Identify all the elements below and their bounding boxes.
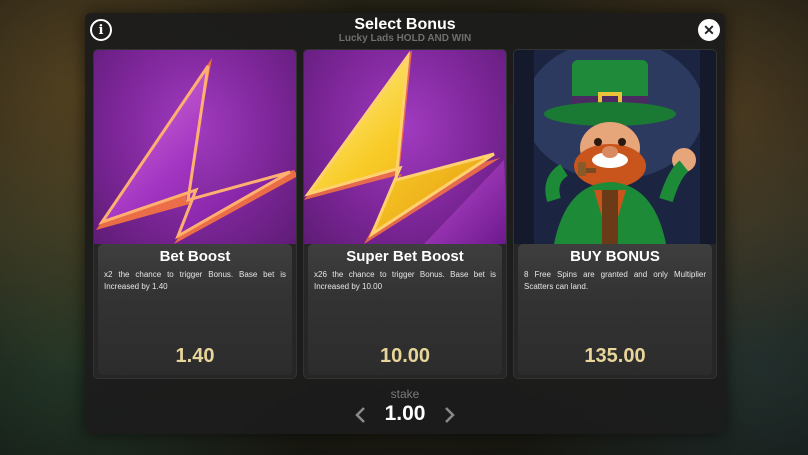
purple-lightning-icon: [96, 58, 296, 244]
stake-label: stake: [390, 387, 420, 401]
buy-bonus-name: BUY BONUS: [570, 248, 660, 265]
stake-increase-chevron-right-icon[interactable]: [443, 404, 457, 426]
modal-title: Select Bonus: [354, 16, 456, 33]
bet-boost-art: [94, 50, 296, 244]
bet-boost-panel: Bet Boost x2 the chance to trigger Bonus…: [98, 244, 292, 375]
buy-bonus-panel: BUY BONUS 8 Free Spins are granted and o…: [518, 244, 712, 375]
bet-boost-price: 1.40: [175, 345, 215, 367]
bet-boost-description: x2 the chance to trigger Bonus. Base bet…: [104, 270, 286, 291]
super-bet-boost-name: Super Bet Boost: [346, 248, 464, 265]
buy-bonus-card[interactable]: BUY BONUS 8 Free Spins are granted and o…: [513, 49, 717, 379]
stake-value: 1.00: [384, 402, 426, 425]
super-bet-boost-card[interactable]: Super Bet Boost x26 the chance to trigge…: [303, 49, 507, 379]
bet-boost-name: Bet Boost: [159, 248, 231, 265]
buy-bonus-art: [514, 50, 716, 244]
select-bonus-modal: i Select Bonus Lucky Lads HOLD AND WIN ✕…: [85, 13, 725, 434]
super-bet-boost-panel: Super Bet Boost x26 the chance to trigge…: [308, 244, 502, 375]
close-icon[interactable]: ✕: [698, 19, 720, 41]
bet-boost-card[interactable]: Bet Boost x2 the chance to trigger Bonus…: [93, 49, 297, 379]
super-bet-boost-price: 10.00: [379, 345, 431, 367]
yellow-lightning-icon: [304, 50, 506, 244]
buy-bonus-price: 135.00: [584, 345, 646, 367]
leprechaun-icon: [514, 50, 716, 244]
super-bet-boost-description: x26 the chance to trigger Bonus. Base be…: [314, 270, 496, 291]
modal-subtitle: Lucky Lads HOLD AND WIN: [338, 33, 472, 44]
buy-bonus-description: 8 Free Spins are granted and only Multip…: [524, 270, 706, 291]
super-bet-boost-art: [304, 50, 506, 244]
